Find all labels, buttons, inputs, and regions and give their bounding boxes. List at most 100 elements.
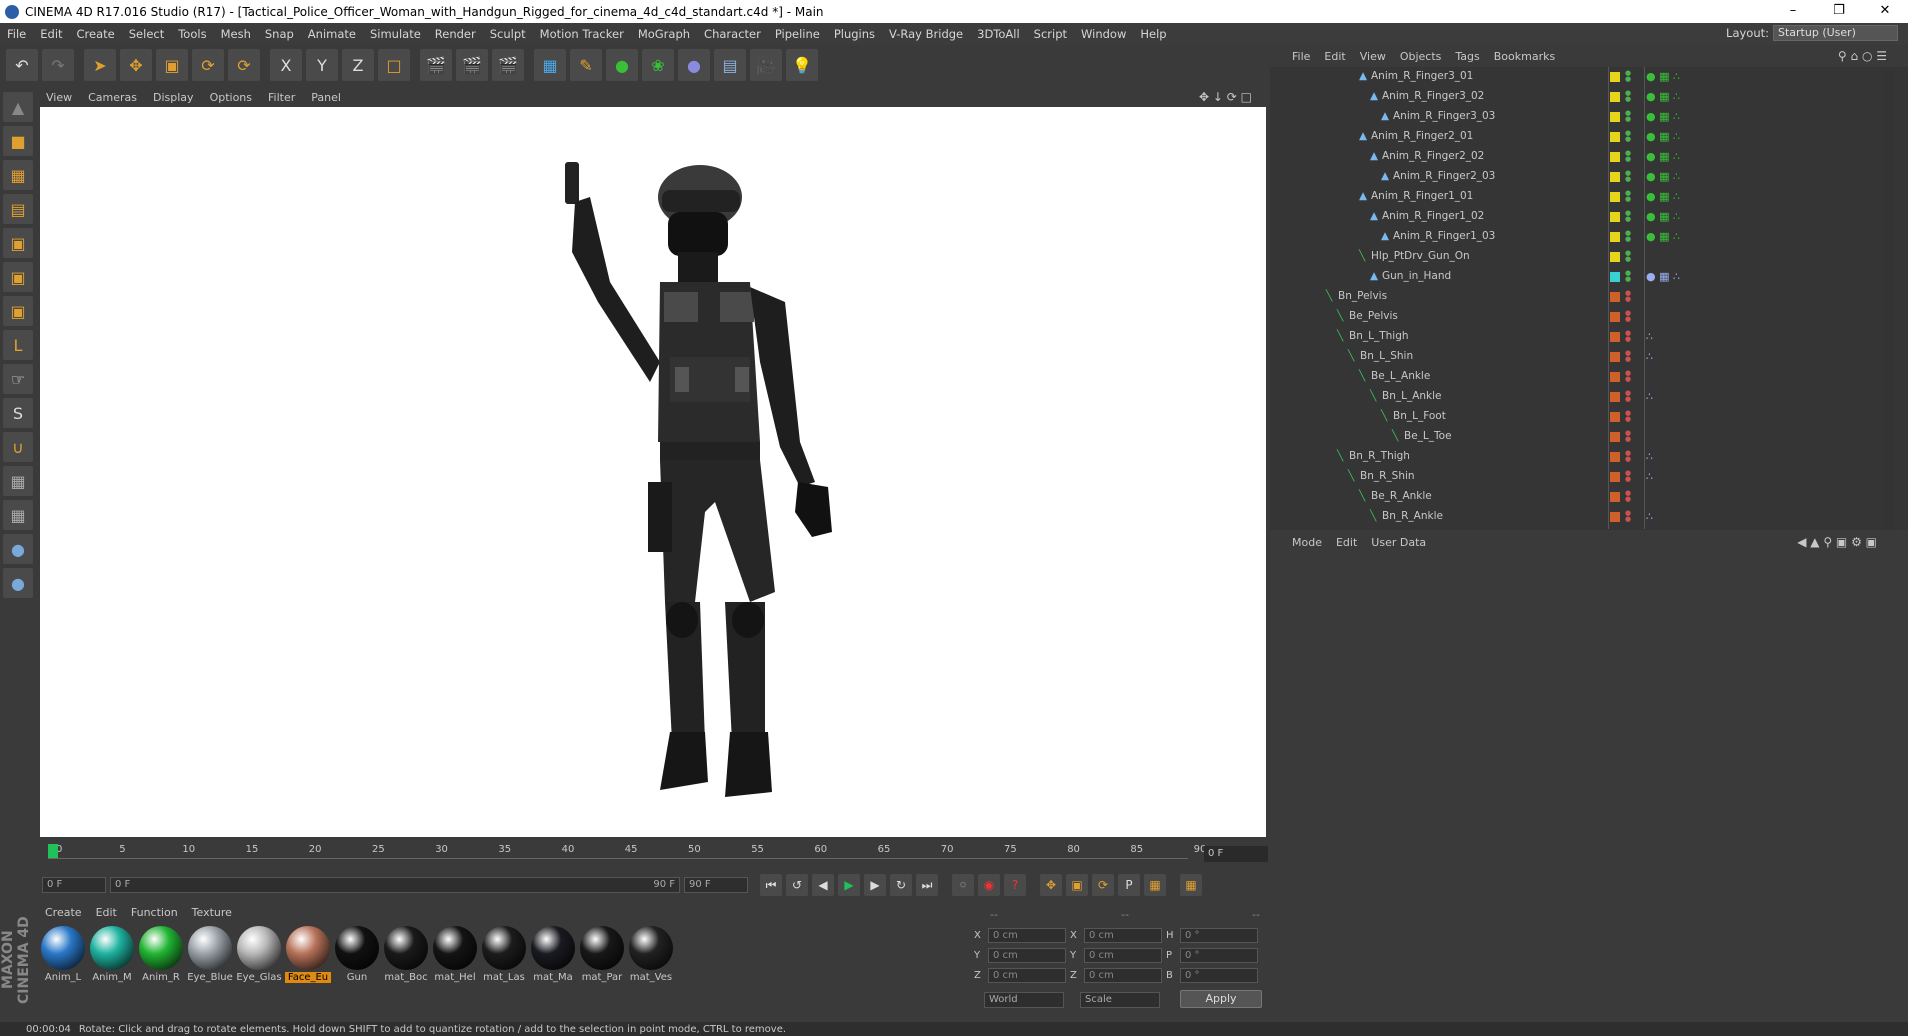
object-tags-icon[interactable]: ● ▦ ∴ [1646, 210, 1680, 223]
recent-tool-icon[interactable]: ⟳ [228, 49, 260, 81]
material-item[interactable]: Anim_M [89, 924, 135, 1014]
coord-value-field[interactable]: 0 cm [988, 968, 1066, 983]
menu-script[interactable]: Script [1027, 27, 1074, 41]
key-rotation-icon[interactable]: ⟳ [1092, 874, 1114, 896]
material-item[interactable]: Anim_R [138, 924, 184, 1014]
object-tags-icon[interactable]: ∴ [1646, 390, 1653, 403]
model-mode-icon[interactable]: ■ [3, 126, 33, 156]
subdivision-surface-icon[interactable]: ● [606, 49, 638, 81]
layer-color-swatch[interactable] [1610, 252, 1620, 262]
close-button[interactable]: ✕ [1862, 0, 1908, 23]
visibility-dots-icon[interactable]: ● ● [1625, 510, 1631, 523]
visibility-dots-icon[interactable]: ● ● [1625, 290, 1631, 303]
move-icon[interactable]: ✥ [120, 49, 152, 81]
object-menu-view[interactable]: View [1353, 50, 1393, 63]
go-to-end-icon[interactable]: ⏭ [916, 874, 938, 896]
menu-tools[interactable]: Tools [171, 27, 213, 41]
layer-color-swatch[interactable] [1610, 352, 1620, 362]
object-row[interactable]: ╲ Be_L_Ankle ● ● [1270, 367, 1890, 387]
menu-plugins[interactable]: Plugins [827, 27, 882, 41]
end-frame-field[interactable]: 90 F [684, 877, 748, 893]
layer-color-swatch[interactable] [1610, 192, 1620, 202]
x-axis-lock-icon[interactable]: X [270, 49, 302, 81]
tweak-mode-icon[interactable]: ☞ [3, 364, 33, 394]
object-menu-bookmarks[interactable]: Bookmarks [1487, 50, 1562, 63]
object-tags-icon[interactable]: ∴ [1646, 450, 1653, 463]
key-pla-icon[interactable]: ▦ [1144, 874, 1166, 896]
render-picture-viewer-icon[interactable]: 🎬 [456, 49, 488, 81]
autokey-icon[interactable]: ? [1004, 874, 1026, 896]
object-row[interactable]: ╲ Bn_L_Shin ● ● ∴ [1270, 347, 1890, 367]
layer-color-swatch[interactable] [1610, 292, 1620, 302]
previous-key-icon[interactable]: ↺ [786, 874, 808, 896]
render-view-icon[interactable]: 🎬 [420, 49, 452, 81]
material-item[interactable]: mat_Ma [530, 924, 576, 1014]
polygons-mode-icon[interactable]: ▣ [3, 296, 33, 326]
visibility-dots-icon[interactable]: ● ● [1625, 310, 1631, 323]
visibility-dots-icon[interactable]: ● ● [1625, 170, 1631, 183]
visibility-dots-icon[interactable]: ● ● [1625, 430, 1631, 443]
playhead-marker[interactable] [48, 844, 58, 858]
layer-color-swatch[interactable] [1610, 512, 1620, 522]
layer-color-swatch[interactable] [1610, 172, 1620, 182]
restore-button[interactable]: ❐ [1816, 0, 1862, 23]
minimize-button[interactable]: – [1770, 0, 1816, 23]
layer-color-swatch[interactable] [1610, 132, 1620, 142]
layer-color-swatch[interactable] [1610, 212, 1620, 222]
menu-character[interactable]: Character [697, 27, 768, 41]
object-tags-icon[interactable]: ● ▦ ∴ [1646, 190, 1680, 203]
object-row[interactable]: ▲ Anim_R_Finger1_02 ● ● ● ▦ ∴ [1270, 207, 1890, 227]
menu-file[interactable]: File [0, 27, 33, 41]
menu-simulate[interactable]: Simulate [363, 27, 428, 41]
scale-icon[interactable]: ▣ [156, 49, 188, 81]
layer-color-swatch[interactable] [1610, 372, 1620, 382]
object-row[interactable]: ╲ Bn_R_Thigh ● ● ∴ [1270, 447, 1890, 467]
layer-color-swatch[interactable] [1610, 432, 1620, 442]
layer-color-swatch[interactable] [1610, 492, 1620, 502]
layer-color-swatch[interactable] [1610, 152, 1620, 162]
edges-mode-icon[interactable]: ▣ [3, 262, 33, 292]
frame-range-slider[interactable]: 0 F 90 F [110, 877, 680, 893]
visibility-dots-icon[interactable]: ● ● [1625, 150, 1631, 163]
viewport-menu-cameras[interactable]: Cameras [80, 91, 145, 104]
light-icon[interactable]: 💡 [786, 49, 818, 81]
layer-color-swatch[interactable] [1610, 232, 1620, 242]
visibility-dots-icon[interactable]: ● ● [1625, 470, 1631, 483]
object-tags-icon[interactable]: ● ▦ ∴ [1646, 270, 1680, 283]
menu-edit[interactable]: Edit [33, 27, 69, 41]
points-mode-icon[interactable]: ▣ [3, 228, 33, 258]
menu-sculpt[interactable]: Sculpt [483, 27, 533, 41]
object-row[interactable]: ╲ Bn_R_Shin ● ● ∴ [1270, 467, 1890, 487]
redo-icon[interactable]: ↷ [42, 49, 74, 81]
timeline[interactable]: 0 5 10 15 20 25 30 35 40 45 50 55 60 65 70 75 80 85 90 0 F [38, 840, 1268, 876]
go-to-start-icon[interactable]: ⏮ [760, 874, 782, 896]
layer-color-swatch[interactable] [1610, 472, 1620, 482]
material-item[interactable]: mat_Ves [628, 924, 674, 1014]
viewport-menu-options[interactable]: Options [202, 91, 260, 104]
play-icon[interactable]: ▶ [838, 874, 860, 896]
object-tags-icon[interactable]: ● ▦ ∴ [1646, 90, 1680, 103]
visibility-dots-icon[interactable]: ● ● [1625, 450, 1631, 463]
key-parameter-icon[interactable]: P [1118, 874, 1140, 896]
snap-icon[interactable]: S [3, 398, 33, 428]
magnet-icon[interactable]: ∪ [3, 432, 33, 462]
object-row[interactable]: ╲ Be_Pelvis ● ● [1270, 307, 1890, 327]
material-item[interactable]: Eye_Blue [187, 924, 233, 1014]
object-tags-icon[interactable]: ● ▦ ∴ [1646, 70, 1680, 83]
material-item[interactable]: mat_Las [481, 924, 527, 1014]
visibility-dots-icon[interactable]: ● ● [1625, 330, 1631, 343]
object-row[interactable]: ▲ Gun_in_Hand ● ● ● ▦ ∴ [1270, 267, 1890, 287]
material-menu-edit[interactable]: Edit [89, 906, 124, 919]
coord-value-field[interactable]: 0 ° [1180, 928, 1258, 943]
viewport-menu-filter[interactable]: Filter [260, 91, 303, 104]
visibility-dots-icon[interactable]: ● ● [1625, 230, 1631, 243]
menu-3dtoall[interactable]: 3DToAll [970, 27, 1027, 41]
layer-color-swatch[interactable] [1610, 312, 1620, 322]
menu-motion-tracker[interactable]: Motion Tracker [533, 27, 631, 41]
viewport-menu-view[interactable]: View [38, 91, 80, 104]
object-row[interactable]: ▲ Anim_R_Finger2_03 ● ● ● ▦ ∴ [1270, 167, 1890, 187]
material-item[interactable]: mat_Par [579, 924, 625, 1014]
python-script-icon[interactable]: ● [3, 568, 33, 598]
object-menu-tags[interactable]: Tags [1448, 50, 1486, 63]
material-menu-texture[interactable]: Texture [185, 906, 239, 919]
